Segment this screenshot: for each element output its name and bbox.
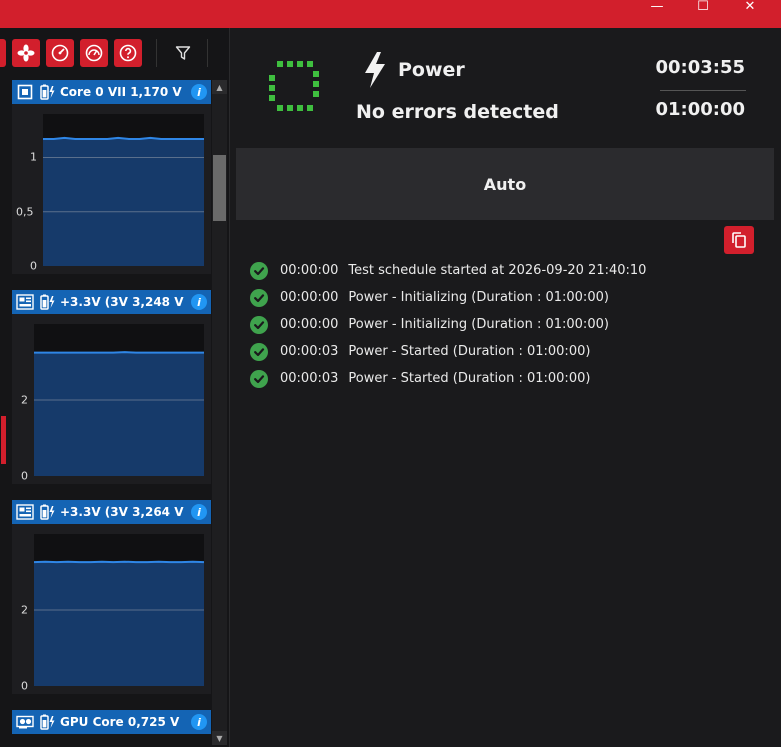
log-message: Power - Initializing (Duration : 01:00:0… <box>348 290 609 305</box>
scroll-up-arrow[interactable]: ▲ <box>212 80 227 94</box>
check-icon <box>250 288 268 307</box>
series-line <box>43 136 204 140</box>
log-entry: 00:00:03 Power - Started (Duration : 01:0… <box>250 365 770 392</box>
info-icon[interactable]: i <box>191 84 207 100</box>
motherboard-icon <box>16 293 34 311</box>
check-icon <box>250 261 268 280</box>
test-title-row: Power <box>362 50 465 90</box>
sensor-scrollbar[interactable]: ▲ ▼ <box>212 80 227 745</box>
gpu-icon <box>16 713 34 731</box>
title-bar: — ☐ ✕ <box>0 0 781 28</box>
log-time: 00:00:03 <box>280 344 339 359</box>
sensor-label: +3.3V (3V 3,248 V <box>60 295 184 309</box>
y-tick-label: 0 <box>21 469 28 483</box>
dashboard-icon <box>85 44 103 62</box>
filter-icon <box>175 46 191 60</box>
test-status: No errors detected <box>356 101 559 123</box>
sensor-header[interactable]: GPU Core 0,725 V i <box>12 710 211 734</box>
voltage-icon <box>38 713 56 731</box>
motherboard-icon <box>16 503 34 521</box>
y-tick-label: 2 <box>21 393 28 407</box>
y-tick-label: 0 <box>21 679 28 693</box>
selection-marker <box>1 416 6 464</box>
total-time: 01:00:00 <box>655 99 745 120</box>
mode-button[interactable]: Auto <box>236 148 774 220</box>
test-panel: Power No errors detected 00:03:55 01:00:… <box>229 28 781 747</box>
voltage-icon <box>38 293 56 311</box>
sensor-label: Core 0 VII 1,170 V <box>60 85 182 99</box>
scroll-thumb[interactable] <box>213 155 226 221</box>
check-icon <box>250 369 268 388</box>
gauge-icon <box>51 44 69 62</box>
toolbar-separator-end <box>207 39 208 67</box>
help-button[interactable] <box>114 39 142 67</box>
sensor-header[interactable]: +3.3V (3V 3,248 V i <box>12 290 211 314</box>
check-icon <box>250 342 268 361</box>
sensor-header[interactable]: Core 0 VII 1,170 V i <box>12 80 211 104</box>
log-message: Power - Started (Duration : 01:00:00) <box>348 371 591 386</box>
log-entry: 00:00:03 Power - Started (Duration : 01:0… <box>250 338 770 365</box>
sensor-chart-svg <box>33 534 205 686</box>
log-time: 00:00:03 <box>280 371 339 386</box>
voltage-icon <box>38 503 56 521</box>
maximize-button[interactable]: ☐ <box>680 0 726 14</box>
sensor-label: +3.3V (3V 3,264 V <box>60 505 184 519</box>
sensor-chart: 20 <box>12 524 211 694</box>
y-tick-label: 0,5 <box>16 205 34 219</box>
elapsed-time: 00:03:55 <box>655 57 745 78</box>
log-message: Power - Started (Duration : 01:00:00) <box>348 344 591 359</box>
log-entry: 00:00:00 Test schedule started at 2026-09… <box>250 257 770 284</box>
minimize-button[interactable]: — <box>634 0 680 14</box>
fan-icon <box>17 44 35 62</box>
sensor-panel: Core 0 VII 1,170 Vi 1 0,5 0 +3.3V (3V 3,248 … <box>0 28 229 747</box>
sensor-card[interactable]: Core 0 VII 1,170 Vi 1 0,5 0 <box>12 80 211 274</box>
toolbar-separator <box>156 39 157 67</box>
log-entry: 00:00:00 Power - Initializing (Duration :… <box>250 311 770 338</box>
fan-button[interactable] <box>12 39 40 67</box>
log-message: Test schedule started at 2026-09-20 21:4… <box>348 263 647 278</box>
series-line <box>34 351 204 354</box>
sensor-toolbar <box>0 36 222 70</box>
sensor-card[interactable]: GPU Core 0,725 V i <box>12 710 211 734</box>
log-time: 00:00:00 <box>280 263 339 278</box>
sensor-list: Core 0 VII 1,170 Vi 1 0,5 0 +3.3V (3V 3,248 … <box>0 80 212 747</box>
info-icon[interactable]: i <box>191 294 207 310</box>
copy-log-button[interactable] <box>724 226 754 254</box>
sensor-card[interactable]: +3.3V (3V 3,264 Vi20 <box>12 500 211 694</box>
log-time: 00:00:00 <box>280 317 339 332</box>
y-tick-label: 2 <box>21 603 28 617</box>
scroll-down-arrow[interactable]: ▼ <box>212 731 227 745</box>
event-log: 00:00:00 Test schedule started at 2026-09… <box>250 257 770 392</box>
running-status-icon <box>269 61 319 111</box>
y-tick-label: 1 <box>30 150 37 164</box>
cpu-icon <box>16 83 34 101</box>
filter-button[interactable] <box>169 39 197 67</box>
help-icon <box>119 44 137 62</box>
close-button[interactable]: ✕ <box>727 0 773 14</box>
info-icon[interactable]: i <box>191 504 207 520</box>
dashboard-button[interactable] <box>80 39 108 67</box>
copy-icon <box>732 232 746 248</box>
time-divider <box>660 90 746 91</box>
sensor-chart-svg <box>43 114 204 266</box>
series-area <box>34 561 204 686</box>
y-tick-label: 0 <box>30 259 37 273</box>
toolbar-edge-button[interactable] <box>0 39 6 67</box>
log-message: Power - Initializing (Duration : 01:00:0… <box>348 317 609 332</box>
voltage-icon <box>38 83 56 101</box>
gauge-button[interactable] <box>46 39 74 67</box>
check-icon <box>250 315 268 334</box>
sensor-chart-svg <box>34 324 204 476</box>
lightning-icon <box>365 52 385 88</box>
series-area <box>34 352 204 476</box>
sensor-chart: 20 <box>12 314 211 484</box>
info-icon[interactable]: i <box>191 714 207 730</box>
log-entry: 00:00:00 Power - Initializing (Duration :… <box>250 284 770 311</box>
sensor-label: GPU Core 0,725 V <box>60 715 180 729</box>
log-time: 00:00:00 <box>280 290 339 305</box>
test-name: Power <box>398 59 465 81</box>
sensor-card[interactable]: +3.3V (3V 3,248 Vi20 <box>12 290 211 484</box>
sensor-header[interactable]: +3.3V (3V 3,264 V i <box>12 500 211 524</box>
sensor-chart: 1 0,5 0 <box>12 104 211 274</box>
